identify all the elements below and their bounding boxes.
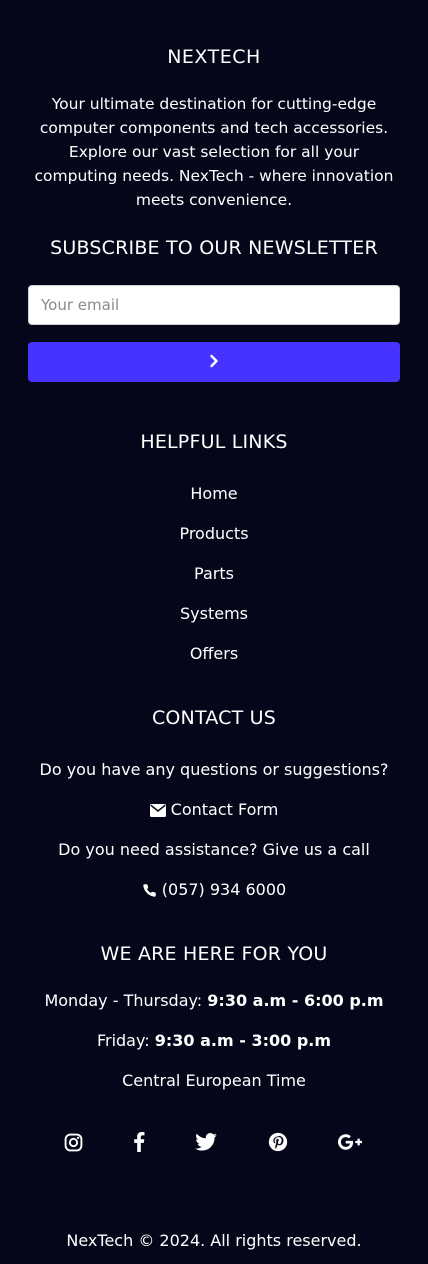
hours-weekday-time: 9:30 a.m - 6:00 p.m <box>207 991 384 1010</box>
contact-form-link[interactable]: Contact Form <box>0 799 428 821</box>
hours-timezone: Central European Time <box>122 1071 306 1090</box>
footer-link-parts[interactable]: Parts <box>0 563 428 585</box>
hours-heading: WE ARE HERE FOR YOU <box>100 943 328 965</box>
helpful-links-heading: HELPFUL LINKS <box>140 431 288 453</box>
hours-weekday: Monday - Thursday: 9:30 a.m - 6:00 p.m <box>0 990 428 1012</box>
google-plus-icon[interactable] <box>336 1128 364 1156</box>
chevron-right-icon <box>207 354 221 371</box>
instagram-icon[interactable] <box>59 1128 87 1156</box>
newsletter-submit-button[interactable] <box>28 342 400 382</box>
phone-icon <box>142 883 157 898</box>
hours-friday: Friday: 9:30 a.m - 3:00 p.m <box>0 1030 428 1052</box>
social-links <box>0 1128 428 1156</box>
newsletter-heading: SUBSCRIBE TO OUR NEWSLETTER <box>50 237 378 259</box>
facebook-icon[interactable] <box>125 1128 153 1156</box>
hours-friday-time: 9:30 a.m - 3:00 p.m <box>154 1031 332 1050</box>
site-footer: NEXTECH Your ultimate destination for cu… <box>0 0 428 1264</box>
hours-friday-label: Friday: <box>96 1031 150 1050</box>
copyright-text: NexTech © 2024. All rights reserved. <box>66 1231 362 1250</box>
footer-link-products[interactable]: Products <box>0 523 428 545</box>
brand-description: Your ultimate destination for cutting-ed… <box>34 95 394 209</box>
hours-weekday-label: Monday - Thursday: <box>44 991 203 1010</box>
contact-form-label: Contact Form <box>170 800 279 819</box>
pinterest-icon[interactable] <box>264 1128 292 1156</box>
contact-heading: CONTACT US <box>151 707 277 729</box>
contact-phone-number: (057) 934 6000 <box>161 880 287 899</box>
newsletter-email-input[interactable] <box>28 285 400 325</box>
footer-link-offers[interactable]: Offers <box>0 643 428 665</box>
contact-assist-text: Do you need assistance? Give us a call <box>58 840 370 859</box>
contact-questions-text: Do you have any questions or suggestions… <box>39 760 389 779</box>
contact-phone-link[interactable]: (057) 934 6000 <box>0 879 428 901</box>
footer-link-systems[interactable]: Systems <box>0 603 428 625</box>
footer-link-home[interactable]: Home <box>0 483 428 505</box>
brand-name: NEXTECH <box>167 46 261 68</box>
twitter-icon[interactable] <box>192 1128 220 1156</box>
envelope-icon <box>149 803 166 817</box>
